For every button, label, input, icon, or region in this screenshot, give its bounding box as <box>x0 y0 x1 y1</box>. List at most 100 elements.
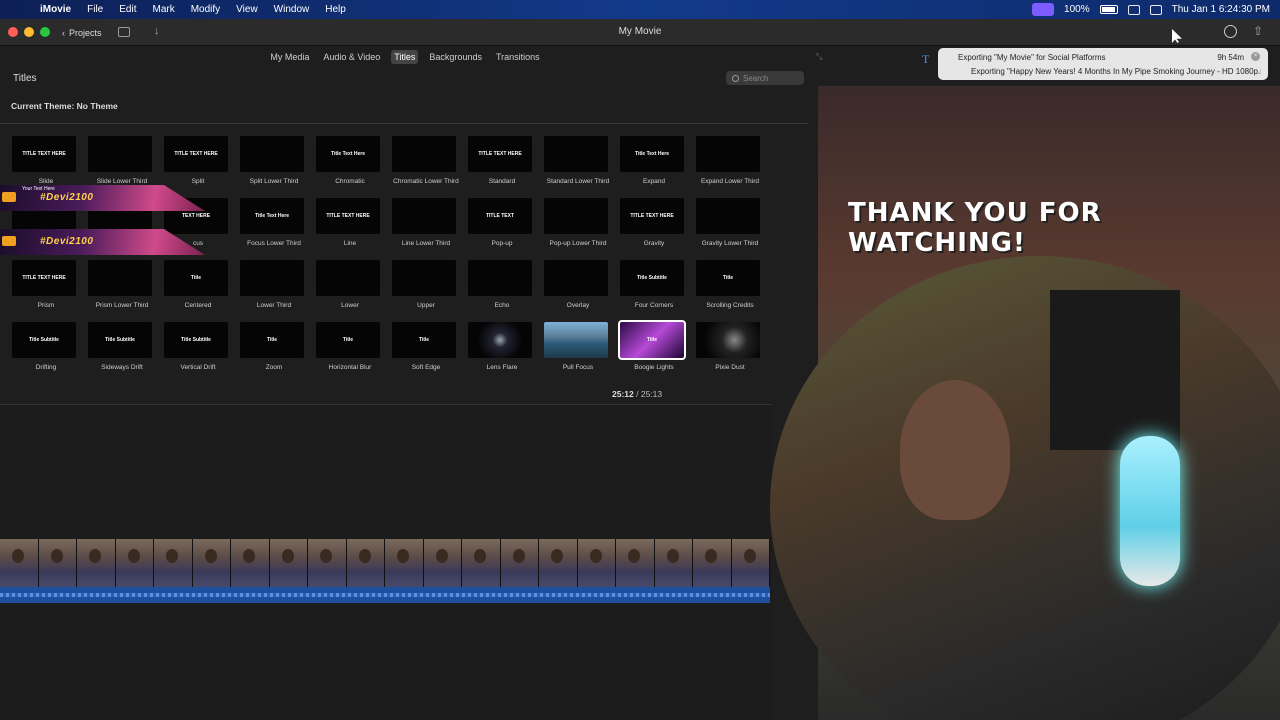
title-item[interactable]: TITLE TEXT HERE Split <box>160 136 236 198</box>
title-thumbnail[interactable]: Title <box>316 322 380 358</box>
title-thumbnail[interactable] <box>544 322 608 358</box>
title-thumbnail[interactable] <box>240 260 304 296</box>
title-thumbnail[interactable] <box>392 198 456 234</box>
title-thumbnail[interactable]: Title Subtitle <box>620 260 684 296</box>
title-thumbnail[interactable]: TITLE TEXT HERE <box>316 198 380 234</box>
export-progress-icon[interactable] <box>1224 25 1237 38</box>
cancel-export-icon[interactable]: × <box>1251 52 1260 61</box>
menu-window[interactable]: Window <box>274 4 310 15</box>
title-item[interactable]: TITLE TEXT Pop-up <box>464 198 540 260</box>
title-item[interactable]: Lower Third <box>236 260 312 322</box>
title-thumbnail[interactable]: TITLE TEXT HERE <box>12 260 76 296</box>
title-item[interactable]: Standard Lower Third <box>540 136 616 198</box>
menu-mark[interactable]: Mark <box>152 4 174 15</box>
title-thumbnail[interactable] <box>696 136 760 172</box>
title-item[interactable]: Title Text Here Chromatic <box>312 136 388 198</box>
title-item[interactable]: Pixie Dust <box>692 322 768 384</box>
display-icon[interactable] <box>1127 4 1140 15</box>
tab-transitions[interactable]: Transitions <box>493 50 543 64</box>
title-item[interactable]: Gravity Lower Third <box>692 198 768 260</box>
title-thumbnail[interactable] <box>544 136 608 172</box>
title-item[interactable]: Title Boogie Lights <box>616 320 692 384</box>
title-item[interactable]: Title Text Here Expand <box>616 136 692 198</box>
title-thumbnail[interactable] <box>88 260 152 296</box>
title-thumbnail[interactable] <box>240 136 304 172</box>
title-item[interactable]: TITLE TEXT HERE Prism <box>8 260 84 322</box>
title-thumbnail[interactable]: Title <box>164 260 228 296</box>
title-item[interactable]: Lower <box>312 260 388 322</box>
menu-help[interactable]: Help <box>325 4 346 15</box>
title-thumbnail[interactable]: Title <box>696 260 760 296</box>
title-thumbnail[interactable]: TITLE TEXT HERE <box>164 136 228 172</box>
title-item[interactable]: Title Scrolling Credits <box>692 260 768 322</box>
tab-audio-video[interactable]: Audio & Video <box>320 50 383 64</box>
export-line-1: Exporting "My Movie" for Social Platform… <box>958 53 1106 62</box>
menu-edit[interactable]: Edit <box>119 4 136 15</box>
title-item[interactable]: Split Lower Third <box>236 136 312 198</box>
title-thumbnail[interactable]: Title Subtitle <box>88 322 152 358</box>
title-item[interactable]: Lens Flare <box>464 322 540 384</box>
title-thumbnail[interactable]: Title Text Here <box>316 136 380 172</box>
title-thumbnail[interactable] <box>392 136 456 172</box>
title-thumbnail[interactable] <box>316 260 380 296</box>
menubar-clock[interactable]: Thu Jan 1 6:24:30 PM <box>1172 4 1270 15</box>
title-item[interactable]: Title Subtitle Sideways Drift <box>84 322 160 384</box>
title-thumbnail[interactable] <box>468 260 532 296</box>
tab-titles[interactable]: Titles <box>391 50 419 64</box>
tab-my-media[interactable]: My Media <box>267 50 312 64</box>
title-item[interactable]: Pull Focus <box>540 322 616 384</box>
title-thumbnail[interactable] <box>696 198 760 234</box>
title-thumbnail[interactable]: TITLE TEXT HERE <box>620 198 684 234</box>
title-item[interactable]: Line Lower Third <box>388 198 464 260</box>
title-tool-icon[interactable]: T <box>922 52 929 67</box>
thumbnail-text: Title Subtitle <box>181 337 211 343</box>
title-item[interactable]: TITLE TEXT HERE Line <box>312 198 388 260</box>
title-item[interactable]: Title Soft Edge <box>388 322 464 384</box>
title-item[interactable]: Title Zoom <box>236 322 312 384</box>
menu-modify[interactable]: Modify <box>191 4 220 15</box>
title-item[interactable]: Title Subtitle Four Corners <box>616 260 692 322</box>
title-thumbnail[interactable]: Title Subtitle <box>164 322 228 358</box>
share-icon[interactable]: ⇧ <box>1253 24 1263 38</box>
control-center-icon[interactable] <box>1149 4 1162 15</box>
audio-waveform[interactable] <box>0 587 770 603</box>
title-thumbnail[interactable] <box>88 136 152 172</box>
title-thumbnail[interactable]: TITLE TEXT HERE <box>12 136 76 172</box>
title-thumbnail[interactable]: Title Text Here <box>620 136 684 172</box>
title-item[interactable]: Title Subtitle Vertical Drift <box>160 322 236 384</box>
menu-file[interactable]: File <box>87 4 103 15</box>
tab-backgrounds[interactable]: Backgrounds <box>426 50 485 64</box>
title-thumbnail[interactable]: Title <box>618 320 686 360</box>
title-thumbnail[interactable] <box>544 198 608 234</box>
title-thumbnail[interactable] <box>392 260 456 296</box>
title-item[interactable]: Prism Lower Third <box>84 260 160 322</box>
title-item[interactable]: TITLE TEXT HERE Gravity <box>616 198 692 260</box>
menu-app[interactable]: iMovie <box>40 4 71 15</box>
title-thumbnail[interactable]: Title Subtitle <box>12 322 76 358</box>
title-thumbnail[interactable]: Title Text Here <box>240 198 304 234</box>
title-thumbnail[interactable]: TITLE TEXT HERE <box>468 136 532 172</box>
title-item[interactable]: Upper <box>388 260 464 322</box>
title-item[interactable]: Title Centered <box>160 260 236 322</box>
title-thumbnail[interactable]: Title <box>240 322 304 358</box>
menu-view[interactable]: View <box>236 4 258 15</box>
title-item[interactable]: Pop-up Lower Third <box>540 198 616 260</box>
title-item[interactable]: Echo <box>464 260 540 322</box>
title-item[interactable]: Chromatic Lower Third <box>388 136 464 198</box>
title-thumbnail[interactable] <box>696 322 760 358</box>
title-thumbnail[interactable]: Title <box>392 322 456 358</box>
title-thumbnail[interactable] <box>544 260 608 296</box>
title-item[interactable]: Expand Lower Third <box>692 136 768 198</box>
screen-record-icon[interactable] <box>1032 3 1055 16</box>
title-item[interactable]: Title Text Here Focus Lower Third <box>236 198 312 260</box>
title-thumbnail[interactable]: TITLE TEXT <box>468 198 532 234</box>
title-item[interactable]: Title Horizontal Blur <box>312 322 388 384</box>
search-input[interactable]: Search <box>726 71 804 85</box>
title-item[interactable]: Title Subtitle Drifting <box>8 322 84 384</box>
resize-handle-icon[interactable]: ⤡ <box>816 52 822 62</box>
title-item[interactable]: TITLE TEXT HERE Standard <box>464 136 540 198</box>
title-thumbnail[interactable] <box>468 322 532 358</box>
battery-icon[interactable] <box>1099 5 1118 14</box>
title-item[interactable]: Overlay <box>540 260 616 322</box>
video-clip[interactable] <box>0 539 770 587</box>
